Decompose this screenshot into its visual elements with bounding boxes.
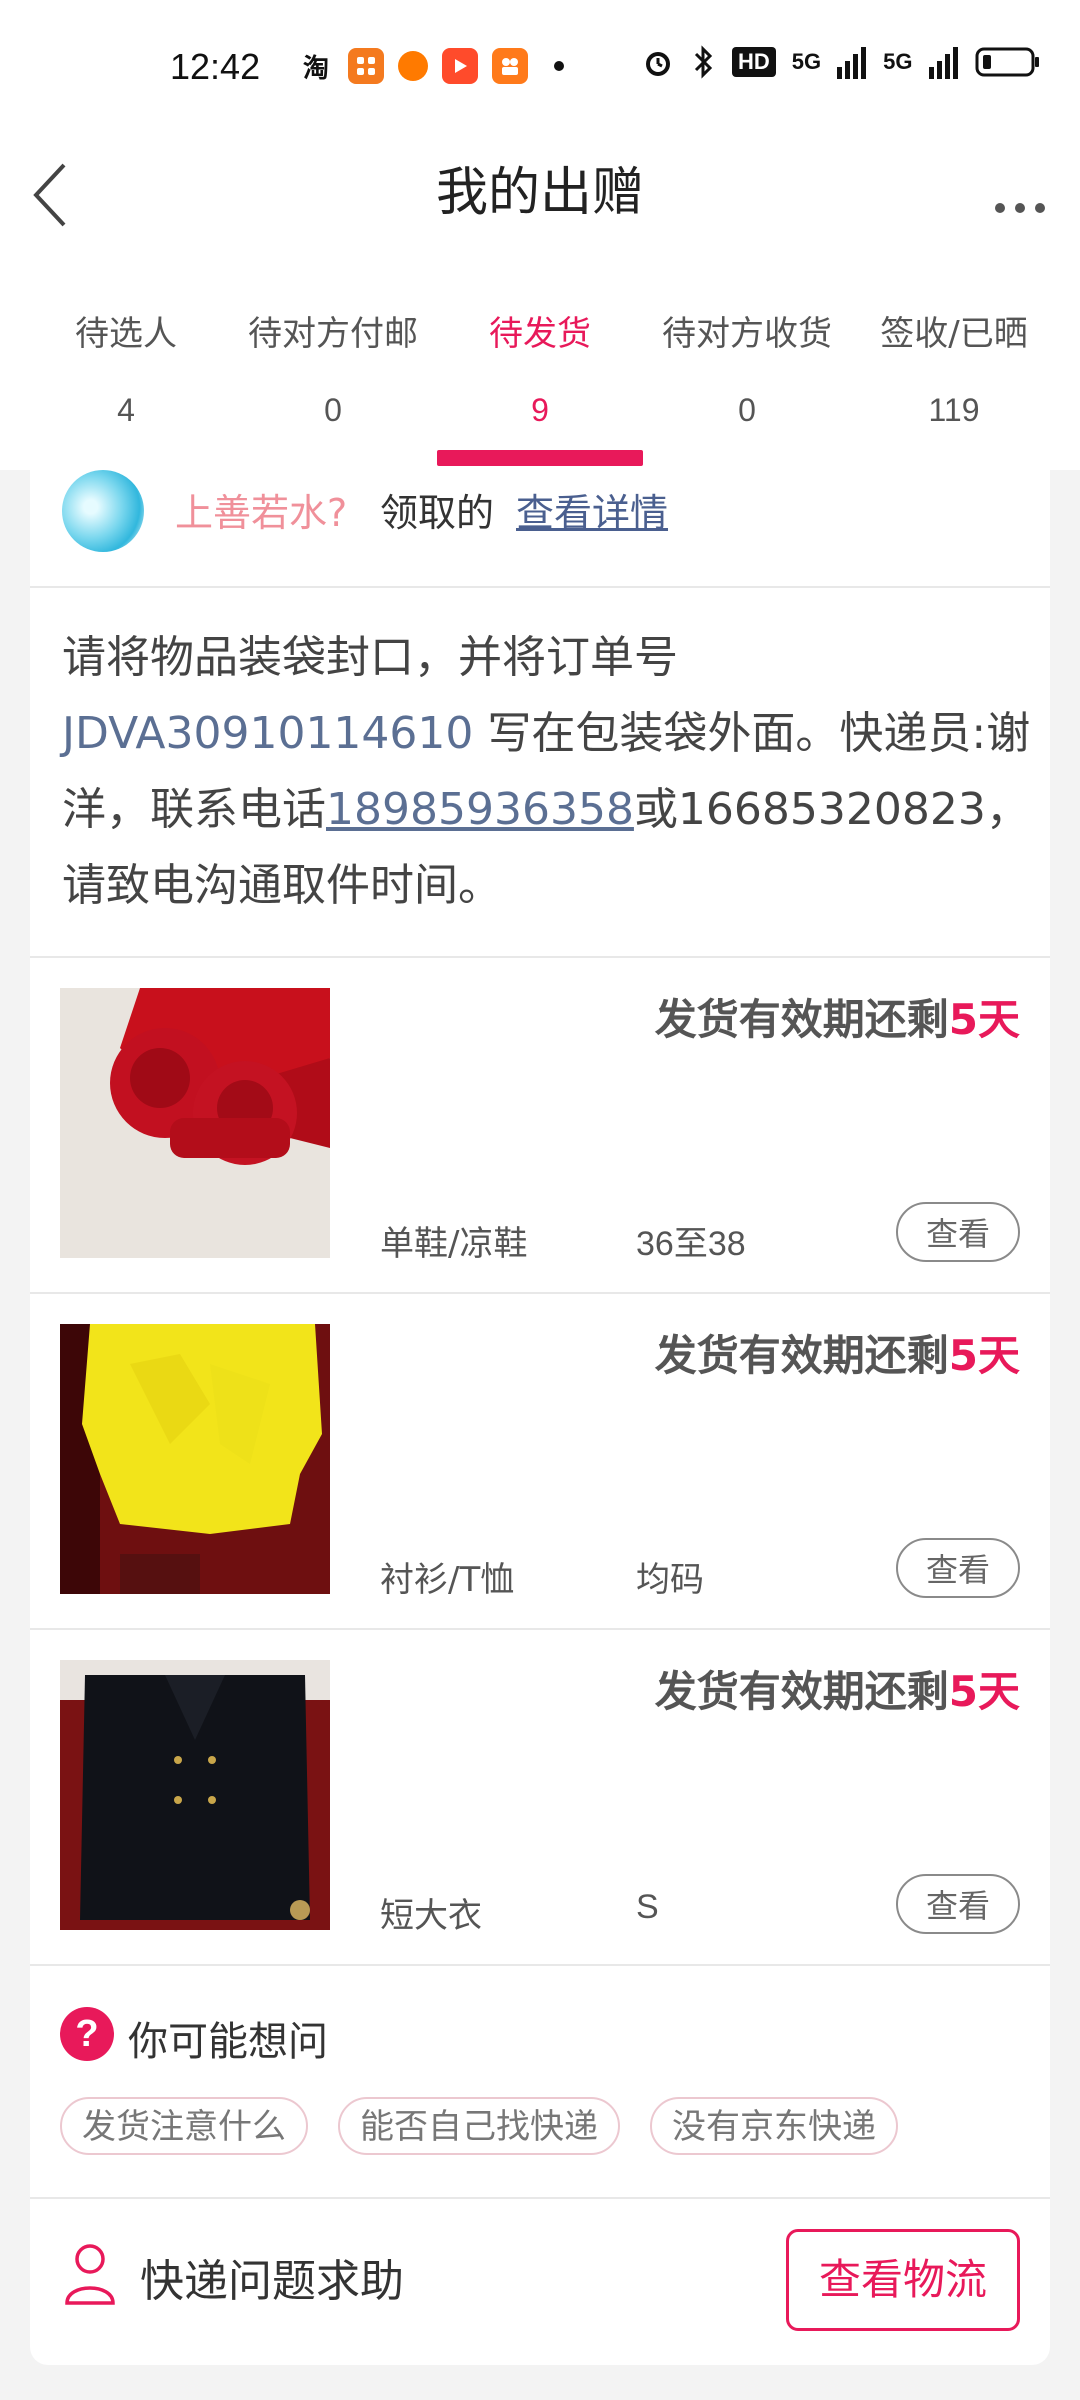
- receiver-row: 上善若水? 领取的 查看详情: [30, 470, 1050, 588]
- receiver-action-text: 领取的: [380, 491, 495, 535]
- signal-5g-label-2: 5G: [883, 49, 913, 74]
- faq-chip-shipping-notes[interactable]: 发货注意什么: [60, 2097, 308, 2155]
- list-item: 发货有效期还剩5天 短大衣 S 查看: [30, 1630, 1050, 1966]
- item-category: 衬衫/T恤: [380, 1560, 515, 1600]
- status-bar: 12:42 淘 HD 5G 5G: [0, 0, 1080, 140]
- ship-deadline: 发货有效期还剩5天: [655, 1658, 1020, 1719]
- item-category: 单鞋/凉鞋: [380, 1224, 528, 1264]
- view-button[interactable]: 查看: [896, 1538, 1020, 1598]
- tab-label: 待对方付邮: [248, 314, 418, 354]
- item-image-red-shoes[interactable]: [60, 988, 330, 1258]
- kuaishou-icon: [492, 48, 528, 84]
- deadline-days: 5天: [948, 1667, 1020, 1716]
- faq-chips: 发货注意什么 能否自己找快递 没有京东快递: [60, 2097, 898, 2155]
- tab-pending-selection[interactable]: 待选人 4: [18, 270, 234, 470]
- courier-phone-link[interactable]: 18985936358: [326, 784, 634, 835]
- weibo-icon: [398, 51, 428, 81]
- item-size: 均码: [636, 1561, 704, 1599]
- item-image-black-coat[interactable]: [60, 1660, 330, 1930]
- tab-label: 签收/已晒: [880, 314, 1028, 354]
- tab-count: 0: [738, 392, 756, 428]
- item-size: S: [636, 1888, 659, 1926]
- tab-count: 0: [324, 392, 342, 428]
- tab-label: 待对方收货: [662, 314, 832, 354]
- order-number: JDVA30910114610: [62, 708, 474, 759]
- track-logistics-button[interactable]: 查看物流: [786, 2229, 1020, 2331]
- app-icon: [348, 48, 384, 84]
- tab-pending-receipt[interactable]: 待对方收货 0: [639, 270, 855, 470]
- hd-badge: HD: [732, 47, 776, 77]
- more-dots-icon: [995, 203, 1045, 213]
- list-item: 发货有效期还剩5天 单鞋/凉鞋 36至38 查看: [30, 958, 1050, 1294]
- tab-label: 待选人: [75, 314, 177, 354]
- signal-icon-2: [928, 47, 958, 79]
- tab-count: 4: [117, 392, 135, 428]
- nav-bar: 我的出赠: [0, 140, 1080, 270]
- list-item: 发货有效期还剩5天 衬衫/T恤 均码 查看: [30, 1294, 1050, 1630]
- more-button[interactable]: [990, 170, 1050, 220]
- more-notifications-dot: [554, 61, 564, 71]
- tab-pending-postage[interactable]: 待对方付邮 0: [225, 270, 441, 470]
- tab-label: 待发货: [489, 314, 591, 354]
- bluetooth-icon: [694, 45, 713, 79]
- courier-help-label[interactable]: 快递问题求助: [140, 2245, 404, 2309]
- question-icon: ?: [60, 2007, 114, 2061]
- faq-section: ? 你可能想问 发货注意什么 能否自己找快递 没有京东快递: [30, 1965, 1050, 2199]
- tab-received[interactable]: 签收/已晒 119: [846, 270, 1062, 470]
- receiver-name[interactable]: 上善若水?: [175, 482, 347, 537]
- avatar[interactable]: [62, 470, 144, 552]
- system-status-icons: HD 5G 5G: [640, 44, 1041, 80]
- view-button[interactable]: 查看: [896, 1874, 1020, 1934]
- video-icon: [442, 48, 478, 84]
- user-icon: [65, 2244, 115, 2305]
- view-details-link[interactable]: 查看详情: [516, 482, 668, 537]
- tab-count: 119: [928, 392, 980, 428]
- battery-icon: [975, 47, 1039, 77]
- instruction-text: 请将物品装袋封口，并将订单号: [62, 632, 678, 683]
- signal-icon: [837, 47, 867, 79]
- item-size: 36至38: [636, 1225, 746, 1263]
- shipment-card: 上善若水? 领取的 查看详情 请将物品装袋封口，并将订单号 JDVA309101…: [30, 470, 1050, 2365]
- notification-icons: 淘: [298, 48, 564, 84]
- ship-deadline: 发货有效期还剩5天: [655, 1322, 1020, 1383]
- deadline-prefix: 发货有效期还剩: [654, 995, 949, 1044]
- deadline-prefix: 发货有效期还剩: [654, 1667, 949, 1716]
- courier-help-row: 快递问题求助 查看物流: [30, 2199, 1050, 2365]
- active-tab-indicator: [437, 450, 643, 466]
- status-time: 12:42: [170, 46, 261, 87]
- status-tabs: 待选人 4 待对方付邮 0 待发货 9 待对方收货 0 签收/已晒 119: [0, 270, 1080, 470]
- page-title: 我的出赠: [435, 163, 644, 223]
- deadline-prefix: 发货有效期还剩: [654, 1331, 949, 1380]
- faq-chip-no-jd-express[interactable]: 没有京东快递: [650, 2097, 898, 2155]
- tab-count: 9: [531, 392, 549, 428]
- tab-pending-shipment[interactable]: 待发货 9: [432, 270, 648, 470]
- item-category: 短大衣: [380, 1896, 482, 1936]
- item-image-yellow-shirt[interactable]: [60, 1324, 330, 1594]
- deadline-days: 5天: [948, 1331, 1020, 1380]
- taobao-icon: 淘: [298, 48, 334, 84]
- ship-deadline: 发货有效期还剩5天: [655, 986, 1020, 1047]
- shipping-instruction: 请将物品装袋封口，并将订单号 JDVA30910114610 写在包装袋外面。快…: [62, 620, 1052, 924]
- deadline-days: 5天: [948, 995, 1020, 1044]
- faq-title: 你可能想问: [128, 2019, 328, 2065]
- signal-5g-label-1: 5G: [791, 49, 822, 74]
- view-button[interactable]: 查看: [896, 1202, 1020, 1262]
- faq-chip-own-courier[interactable]: 能否自己找快递: [338, 2097, 620, 2155]
- alarm-icon: [646, 52, 670, 76]
